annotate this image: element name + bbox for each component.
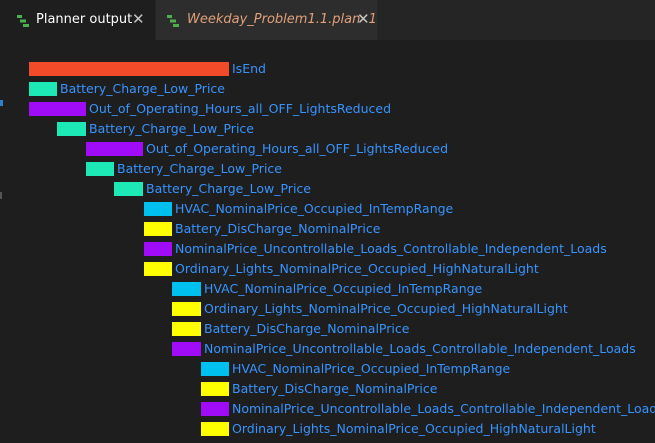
action-bar[interactable] [172,302,201,316]
action-bar[interactable] [172,282,201,296]
tab-label: Weekday_Problem1.1.plan 1 [187,12,377,27]
action-label[interactable]: Battery_DisCharge_NominalPrice [175,221,380,237]
plan-step-row[interactable]: NominalPrice_Uncontrollable_Loads_Contro… [0,240,655,258]
action-bar[interactable] [144,242,172,256]
plan-step-row[interactable]: Battery_DisCharge_NominalPrice [0,380,655,398]
plan-step-row[interactable]: Ordinary_Lights_NominalPrice_Occupied_Hi… [0,300,655,318]
plan-step-row[interactable]: Battery_Charge_Low_Price [0,160,655,178]
action-bar[interactable] [201,362,229,376]
plan-step-row[interactable]: Out_of_Operating_Hours_all_OFF_LightsRed… [0,140,655,158]
action-bar[interactable] [172,322,201,336]
action-label[interactable]: Battery_Charge_Low_Price [146,181,311,197]
plan-step-row[interactable]: HVAC_NominalPrice_Occupied_InTempRange [0,200,655,218]
action-label[interactable]: NominalPrice_Uncontrollable_Loads_Contro… [204,341,636,357]
planner-window: Planner output ✕ Weekday_Problem1.1.plan… [0,0,655,443]
action-bar[interactable] [144,262,172,276]
action-bar[interactable] [172,342,201,356]
plan-step-row[interactable]: HVAC_NominalPrice_Occupied_InTempRange [0,280,655,298]
plan-icon [16,13,30,27]
plan-step-row[interactable]: NominalPrice_Uncontrollable_Loads_Contro… [0,400,655,418]
tab-planner-output[interactable]: Planner output ✕ [0,0,155,40]
action-bar[interactable] [144,202,172,216]
tab-filename: Weekday_Problem1.1.plan [187,12,361,27]
action-label[interactable]: Out_of_Operating_Hours_all_OFF_LightsRed… [146,141,448,157]
plan-step-row[interactable]: Battery_Charge_Low_Price [0,120,655,138]
plan-step-row[interactable]: NominalPrice_Uncontrollable_Loads_Contro… [0,340,655,358]
action-label[interactable]: Battery_Charge_Low_Price [60,81,225,97]
action-label[interactable]: Battery_Charge_Low_Price [89,121,254,137]
plan-icon [166,13,180,27]
plan-step-row[interactable]: IsEnd [0,60,655,78]
action-label[interactable]: NominalPrice_Uncontrollable_Loads_Contro… [232,401,655,417]
action-label[interactable]: HVAC_NominalPrice_Occupied_InTempRange [175,201,453,217]
plan-visualization: IsEnd Battery_Charge_Low_Price Out_of_Oper… [0,40,655,443]
action-bar[interactable] [201,402,229,416]
action-bar[interactable] [86,162,114,176]
action-label[interactable]: Battery_Charge_Low_Price [117,161,282,177]
action-label[interactable]: Out_of_Operating_Hours_all_OFF_LightsRed… [89,101,391,117]
action-label[interactable]: HVAC_NominalPrice_Occupied_InTempRange [232,361,510,377]
plan-step-row[interactable]: Battery_DisCharge_NominalPrice [0,220,655,238]
plan-step-row[interactable]: Ordinary_Lights_NominalPrice_Occupied_Hi… [0,260,655,278]
action-bar[interactable] [201,422,229,436]
close-icon[interactable]: ✕ [357,10,370,28]
action-bar[interactable] [144,222,172,236]
plan-step-row[interactable]: Battery_DisCharge_NominalPrice [0,320,655,338]
problem-count-badge: 1 [368,12,377,27]
plan-step-row[interactable]: Battery_Charge_Low_Price [0,180,655,198]
action-bar[interactable] [29,102,86,116]
plan-step-row[interactable]: Ordinary_Lights_NominalPrice_Occupied_Hi… [0,420,655,438]
close-icon[interactable]: ✕ [132,10,145,28]
action-bar[interactable] [114,182,143,196]
tab-bar: Planner output ✕ Weekday_Problem1.1.plan… [0,0,655,40]
action-bar[interactable] [29,62,229,76]
action-bar[interactable] [201,382,229,396]
tab-label: Planner output [36,12,133,27]
action-bar[interactable] [29,82,57,96]
action-label[interactable]: Ordinary_Lights_NominalPrice_Occupied_Hi… [175,261,539,277]
action-bar[interactable] [57,122,86,136]
tab-weekday-problem[interactable]: Weekday_Problem1.1.plan 1 ✕ [156,0,377,40]
action-label[interactable]: Battery_DisCharge_NominalPrice [232,381,437,397]
action-label[interactable]: Ordinary_Lights_NominalPrice_Occupied_Hi… [232,421,596,437]
action-label[interactable]: HVAC_NominalPrice_Occupied_InTempRange [204,281,482,297]
action-label[interactable]: Battery_DisCharge_NominalPrice [204,321,409,337]
plan-step-row[interactable]: Battery_Charge_Low_Price [0,80,655,98]
plan-step-row[interactable]: Out_of_Operating_Hours_all_OFF_LightsRed… [0,100,655,118]
action-bar[interactable] [86,142,143,156]
action-label[interactable]: IsEnd [232,61,266,77]
plan-step-row[interactable]: HVAC_NominalPrice_Occupied_InTempRange [0,360,655,378]
action-label[interactable]: Ordinary_Lights_NominalPrice_Occupied_Hi… [204,301,568,317]
action-label[interactable]: NominalPrice_Uncontrollable_Loads_Contro… [175,241,607,257]
